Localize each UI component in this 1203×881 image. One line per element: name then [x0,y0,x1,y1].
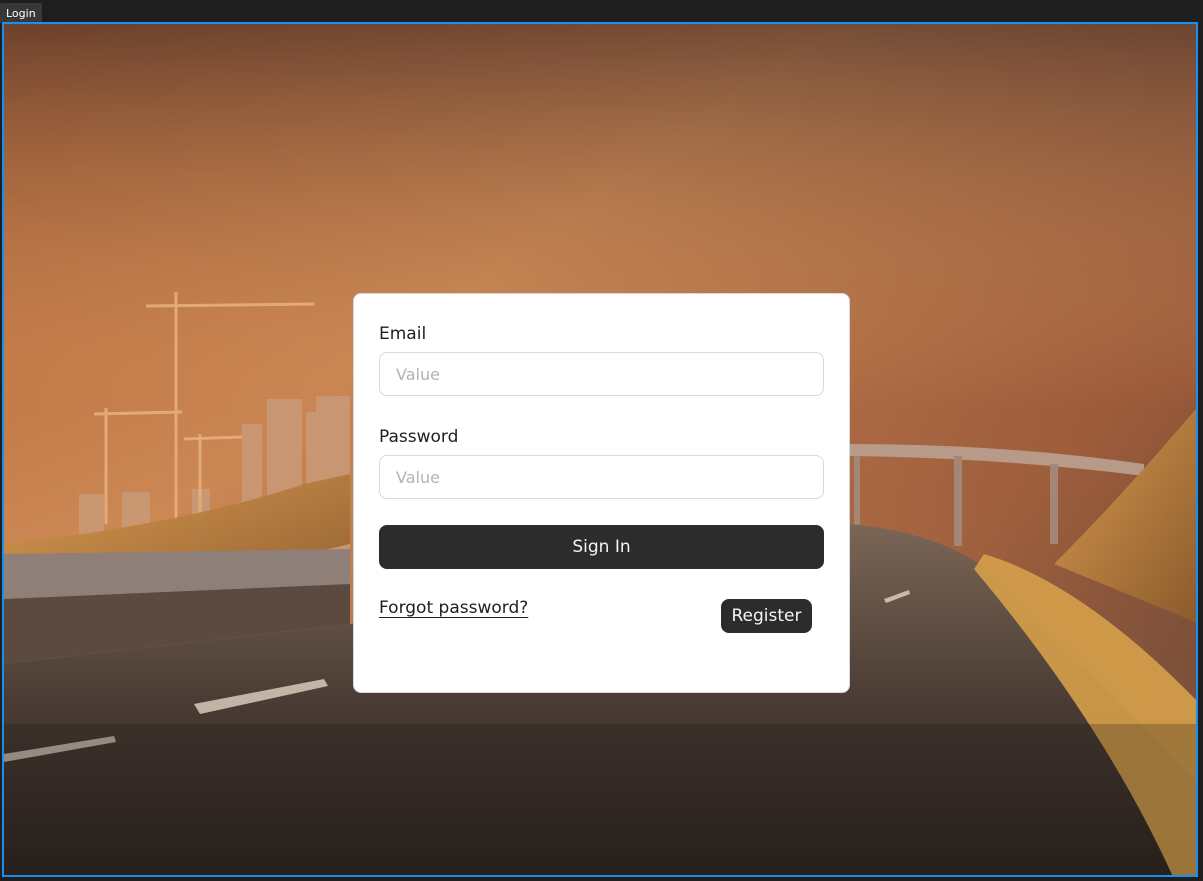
email-field[interactable] [379,352,824,396]
email-label: Email [379,324,427,344]
login-frame: Email Password Sign In Forgot password? … [2,22,1198,877]
password-label: Password [379,427,459,447]
login-card: Email Password Sign In Forgot password? … [353,293,850,693]
password-field[interactable] [379,455,824,499]
sign-in-button[interactable]: Sign In [379,525,824,569]
register-button[interactable]: Register [721,599,812,633]
forgot-password-link[interactable]: Forgot password? [379,598,528,618]
frame-label[interactable]: Login [0,3,42,23]
